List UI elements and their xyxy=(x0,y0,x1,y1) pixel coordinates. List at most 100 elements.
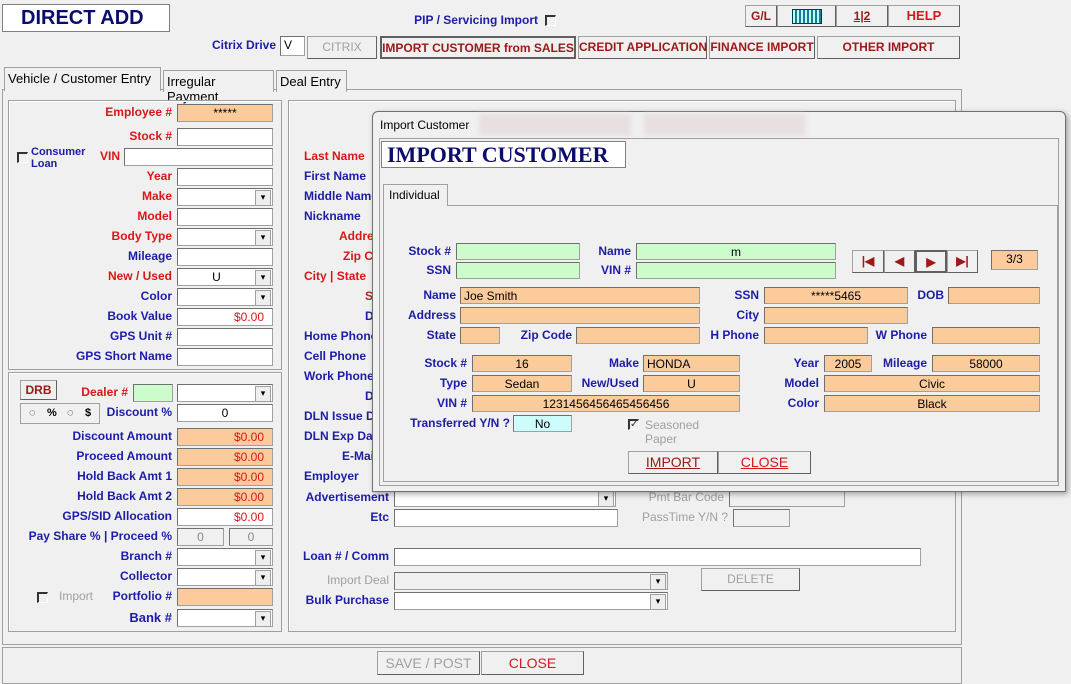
gps-unit-field[interactable] xyxy=(177,328,273,346)
work-phone-field[interactable] xyxy=(932,327,1040,344)
ssn-field[interactable]: *****5465 xyxy=(764,287,908,304)
hold-back-1-field[interactable]: $0.00 xyxy=(177,468,273,486)
collector-select[interactable] xyxy=(177,568,273,586)
import-button[interactable]: IMPORT xyxy=(628,451,718,474)
import-customer-sales-button[interactable]: IMPORT CUSTOMER from SALES xyxy=(380,36,576,59)
citrix-drive-input[interactable]: V xyxy=(280,36,305,56)
name-field[interactable]: Joe Smith xyxy=(460,287,700,304)
tab-individual[interactable]: Individual xyxy=(383,184,448,206)
consumer-loan-label: Consumer Loan xyxy=(31,146,86,170)
etc-field[interactable] xyxy=(394,509,618,527)
delete-button[interactable]: DELETE xyxy=(701,568,800,591)
help-button[interactable]: HELP xyxy=(888,5,960,27)
proceed-amount-field[interactable]: $0.00 xyxy=(177,448,273,466)
etc-label: Etc xyxy=(370,510,389,524)
dollar-radio[interactable]: ◌ xyxy=(67,404,74,423)
save-post-button[interactable]: SAVE / POST xyxy=(377,651,480,675)
proceed-pct-field[interactable]: 0 xyxy=(229,528,273,546)
citrix-button[interactable]: CITRIX xyxy=(307,36,377,59)
seasoned-paper-checkbox[interactable]: ✓ xyxy=(628,419,639,430)
color-field[interactable]: Black xyxy=(824,395,1040,412)
branch-select[interactable] xyxy=(177,548,273,566)
percent-radio[interactable]: ◌ xyxy=(29,404,36,423)
search-vin-field[interactable] xyxy=(636,262,836,279)
dealer-select[interactable] xyxy=(177,384,273,402)
new-used-field[interactable]: U xyxy=(643,375,740,392)
city-field[interactable] xyxy=(764,307,908,324)
address-field[interactable] xyxy=(460,307,700,324)
pip-import-checkbox[interactable] xyxy=(545,15,556,26)
tab-deal-entry[interactable]: Deal Entry xyxy=(276,70,347,92)
pay-share-field[interactable]: 0 xyxy=(177,528,224,546)
ssn-label: SSN xyxy=(734,288,759,302)
gps-short-name-field[interactable] xyxy=(177,348,273,366)
numbering-button[interactable]: 1|2 xyxy=(836,5,888,27)
search-name-label: Name xyxy=(598,244,631,258)
bank-select[interactable] xyxy=(177,609,273,627)
gps-sid-field[interactable]: $0.00 xyxy=(177,508,273,526)
first-record-button[interactable]: |◀ xyxy=(852,250,884,273)
new-used-select[interactable]: U xyxy=(177,268,273,286)
dealer-number-field[interactable] xyxy=(133,384,173,402)
search-ssn-field[interactable] xyxy=(456,262,580,279)
loan-comm-field[interactable] xyxy=(394,548,921,566)
mileage-field[interactable] xyxy=(177,248,273,266)
gps-short-name-label: GPS Short Name xyxy=(75,349,172,363)
dob-field[interactable] xyxy=(948,287,1040,304)
gl-button[interactable]: G/L xyxy=(745,5,777,27)
employee-label: Employee # xyxy=(105,105,172,119)
discount-pct-field[interactable]: 0 xyxy=(177,404,273,422)
search-name-field[interactable]: m xyxy=(636,243,836,260)
import-deal-label: Import Deal xyxy=(326,573,389,587)
zip-field[interactable] xyxy=(576,327,700,344)
type-field[interactable]: Sedan xyxy=(472,375,572,392)
portfolio-field[interactable] xyxy=(177,588,273,606)
proceed-amount-label: Proceed Amount xyxy=(76,449,172,463)
credit-application-button[interactable]: CREDIT APPLICATION xyxy=(578,36,707,59)
book-value-field[interactable]: $0.00 xyxy=(177,308,273,326)
previous-record-button[interactable]: ◀ xyxy=(884,250,915,273)
home-phone-field[interactable] xyxy=(764,327,868,344)
passtime-field[interactable] xyxy=(733,509,790,527)
year-field[interactable] xyxy=(177,168,273,186)
mileage-field[interactable]: 58000 xyxy=(932,355,1040,372)
last-record-button[interactable]: ▶| xyxy=(947,250,978,273)
next-record-button[interactable]: ▶ xyxy=(915,250,947,273)
other-import-button[interactable]: OTHER IMPORT xyxy=(817,36,960,59)
import-checkbox[interactable] xyxy=(37,592,48,603)
search-stock-field[interactable] xyxy=(456,243,580,260)
employee-field[interactable]: ***** xyxy=(177,104,273,122)
background-blur-button xyxy=(479,114,631,136)
tab-irregular-payment[interactable]: Irregular Payment xyxy=(163,70,274,104)
color-select[interactable] xyxy=(177,288,273,306)
city-label: City xyxy=(736,308,759,322)
make-label: Make xyxy=(141,189,172,203)
discount-amount-field[interactable]: $0.00 xyxy=(177,428,273,446)
import-deal-select[interactable] xyxy=(394,572,668,590)
transferred-label: Transferred Y/N ? xyxy=(410,416,510,430)
make-field[interactable]: HONDA xyxy=(643,355,740,372)
vehicle-stock-field[interactable]: 16 xyxy=(472,355,572,372)
dialog-close-button[interactable]: CLOSE xyxy=(718,451,811,474)
close-button[interactable]: CLOSE xyxy=(481,651,584,675)
tab-vehicle-customer-entry[interactable]: Vehicle / Customer Entry xyxy=(4,67,161,91)
vin-field[interactable] xyxy=(124,148,273,166)
finance-import-button[interactable]: FINANCE IMPORT xyxy=(709,36,815,59)
calculator-button[interactable] xyxy=(777,5,836,27)
body-type-select[interactable] xyxy=(177,228,273,246)
transferred-field[interactable]: No xyxy=(513,415,572,432)
drb-button[interactable]: DRB xyxy=(20,380,57,400)
search-ssn-label: SSN xyxy=(426,263,451,277)
vin-field[interactable]: 1231456456465456456 xyxy=(472,395,740,412)
bulk-purchase-select[interactable] xyxy=(394,592,668,610)
year-field[interactable]: 2005 xyxy=(824,355,872,372)
work-phone-label: W Phone xyxy=(875,328,927,342)
make-select[interactable] xyxy=(177,188,273,206)
stock-field[interactable] xyxy=(177,128,273,146)
percent-label: % xyxy=(47,407,57,419)
model-field[interactable] xyxy=(177,208,273,226)
model-field[interactable]: Civic xyxy=(824,375,1040,392)
state-field[interactable] xyxy=(460,327,500,344)
hold-back-2-field[interactable]: $0.00 xyxy=(177,488,273,506)
consumer-loan-checkbox[interactable] xyxy=(17,152,28,163)
